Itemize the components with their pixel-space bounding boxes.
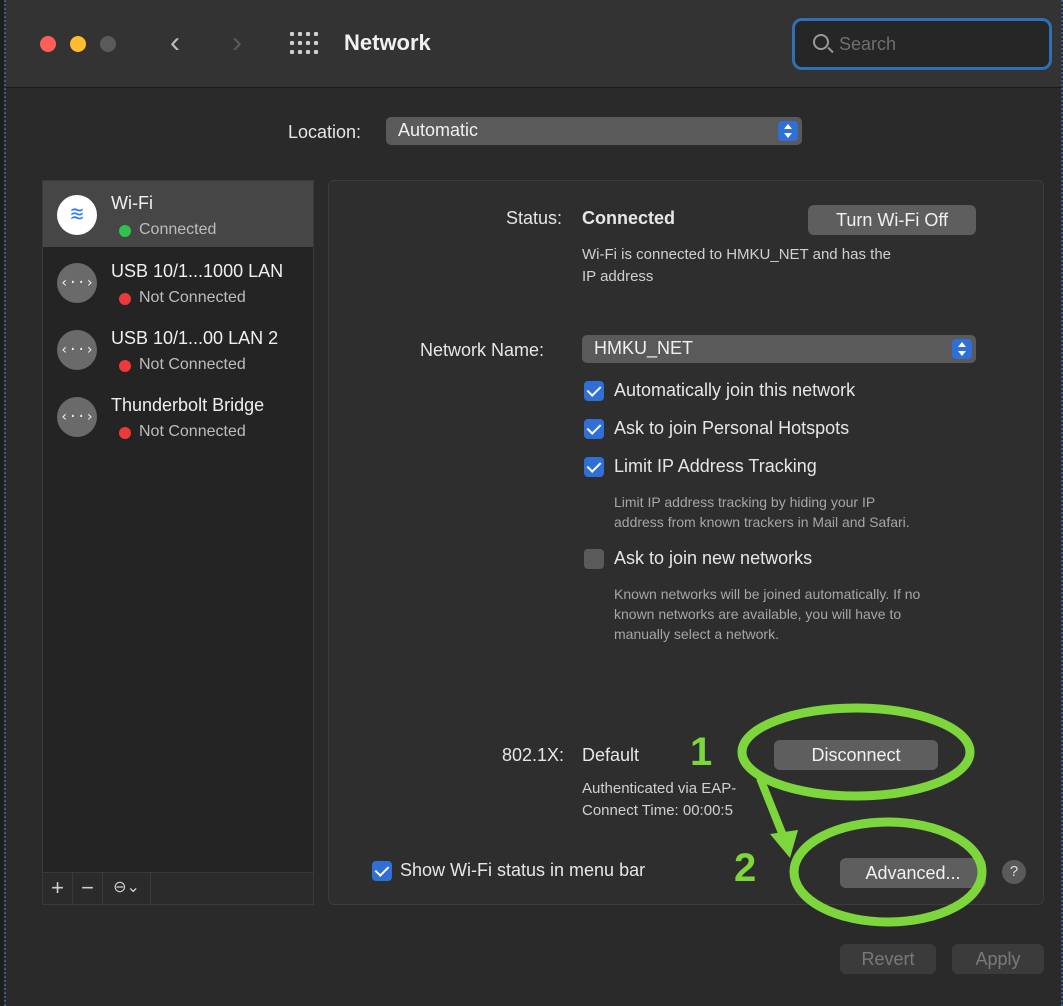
turn-wifi-off-button[interactable]: Turn Wi-Fi Off xyxy=(808,205,976,235)
search-input[interactable] xyxy=(839,31,1039,57)
ethernet-icon: ‹··› xyxy=(57,397,97,437)
status-dot-red xyxy=(119,427,131,439)
search-field[interactable] xyxy=(792,18,1052,70)
network-preferences-window: ‹ › Network Location: Automatic ≋ Wi-Fi … xyxy=(4,0,1063,1006)
service-status: Connected xyxy=(139,221,217,238)
service-status: Not Connected xyxy=(139,289,246,306)
ethernet-icon: ‹··› xyxy=(57,330,97,370)
title-bar: ‹ › Network xyxy=(6,0,1061,88)
back-chevron-icon[interactable]: ‹ xyxy=(170,26,180,60)
close-window-button[interactable] xyxy=(40,36,56,52)
service-name: USB 10/1...00 LAN 2 xyxy=(111,328,279,348)
service-status: Not Connected xyxy=(139,356,246,373)
service-name: Thunderbolt Bridge xyxy=(111,395,265,415)
search-icon xyxy=(813,34,829,50)
ask-new-networks-checkbox[interactable] xyxy=(584,549,604,569)
status-value: Connected xyxy=(582,208,676,228)
remove-service-button[interactable]: − xyxy=(73,873,103,904)
dot1x-label: 802.1X: xyxy=(502,745,565,765)
status-dot-red xyxy=(119,360,131,372)
select-stepper-icon xyxy=(778,121,798,141)
location-select[interactable]: Automatic xyxy=(386,117,802,145)
zoom-window-button[interactable] xyxy=(100,36,116,52)
help-button[interactable]: ? xyxy=(1002,860,1026,884)
step-number-1: 1 xyxy=(690,730,713,774)
service-item-wifi[interactable]: ≋ Wi-Fi Connected xyxy=(43,181,313,247)
ask-new-networks-label: Ask to join new networks xyxy=(614,548,813,568)
personal-hotspots-checkbox[interactable] xyxy=(584,419,604,439)
wifi-icon: ≋ xyxy=(57,195,97,235)
status-description-line2: IP address xyxy=(582,268,654,285)
service-name: USB 10/1...1000 LAN xyxy=(111,261,284,281)
status-description-line1: Wi-Fi is connected to HMKU_NET and has t… xyxy=(582,246,892,263)
limit-ip-tracking-label: Limit IP Address Tracking xyxy=(614,456,817,476)
auth-method-text: Authenticated via EAP- xyxy=(582,780,737,797)
network-name-select[interactable]: HMKU_NET xyxy=(582,335,976,363)
status-dot-green xyxy=(119,225,131,237)
join-hint-line3: manually select a network. xyxy=(614,626,779,642)
show-all-grid-icon[interactable] xyxy=(290,32,318,54)
auto-join-checkbox[interactable] xyxy=(584,381,604,401)
service-list: ≋ Wi-Fi Connected ‹··› USB 10/1...1000 L… xyxy=(42,180,314,905)
dot1x-value: Default xyxy=(582,745,640,765)
service-actions-menu-button[interactable]: ⊖⌄ xyxy=(103,873,151,904)
minimize-window-button[interactable] xyxy=(70,36,86,52)
network-name-value: HMKU_NET xyxy=(594,338,694,358)
connect-time-text: Connect Time: 00:00:5 xyxy=(582,802,733,819)
limit-ip-hint-line2: address from known trackers in Mail and … xyxy=(614,514,910,530)
status-label: Status: xyxy=(506,208,563,228)
ethernet-icon: ‹··› xyxy=(57,263,97,303)
location-label: Location: xyxy=(288,122,362,142)
apply-button[interactable]: Apply xyxy=(952,944,1044,974)
show-wifi-status-checkbox[interactable] xyxy=(372,861,392,881)
auto-join-label: Automatically join this network xyxy=(614,380,856,400)
select-stepper-icon xyxy=(952,339,972,359)
network-name-label: Network Name: xyxy=(420,340,545,360)
service-status: Not Connected xyxy=(139,423,246,440)
status-dot-red xyxy=(119,293,131,305)
step-number-2: 2 xyxy=(734,846,757,890)
join-hint-line1: Known networks will be joined automatica… xyxy=(614,586,921,602)
window-title: Network xyxy=(344,30,431,55)
service-name: Wi-Fi xyxy=(111,193,153,213)
advanced-button[interactable]: Advanced... xyxy=(840,858,986,888)
service-item-thunderbolt-bridge[interactable]: ‹··› Thunderbolt Bridge Not Connected xyxy=(43,383,313,449)
revert-button[interactable]: Revert xyxy=(840,944,936,974)
limit-ip-tracking-checkbox[interactable] xyxy=(584,457,604,477)
add-service-button[interactable]: + xyxy=(43,873,73,904)
join-hint-line2: known networks are available, you will h… xyxy=(614,606,902,622)
limit-ip-hint-line1: Limit IP address tracking by hiding your… xyxy=(614,494,876,510)
forward-chevron-icon[interactable]: › xyxy=(232,26,242,60)
service-item-usb-lan-2[interactable]: ‹··› USB 10/1...00 LAN 2 Not Connected xyxy=(43,316,313,382)
location-value: Automatic xyxy=(398,120,479,140)
sidebar-toolbar: + − ⊖⌄ xyxy=(43,872,313,904)
disconnect-button[interactable]: Disconnect xyxy=(774,740,938,770)
show-wifi-status-label: Show Wi-Fi status in menu bar xyxy=(400,860,646,880)
service-item-usb-lan[interactable]: ‹··› USB 10/1...1000 LAN Not Connected xyxy=(43,249,313,315)
personal-hotspots-label: Ask to join Personal Hotspots xyxy=(614,418,850,438)
